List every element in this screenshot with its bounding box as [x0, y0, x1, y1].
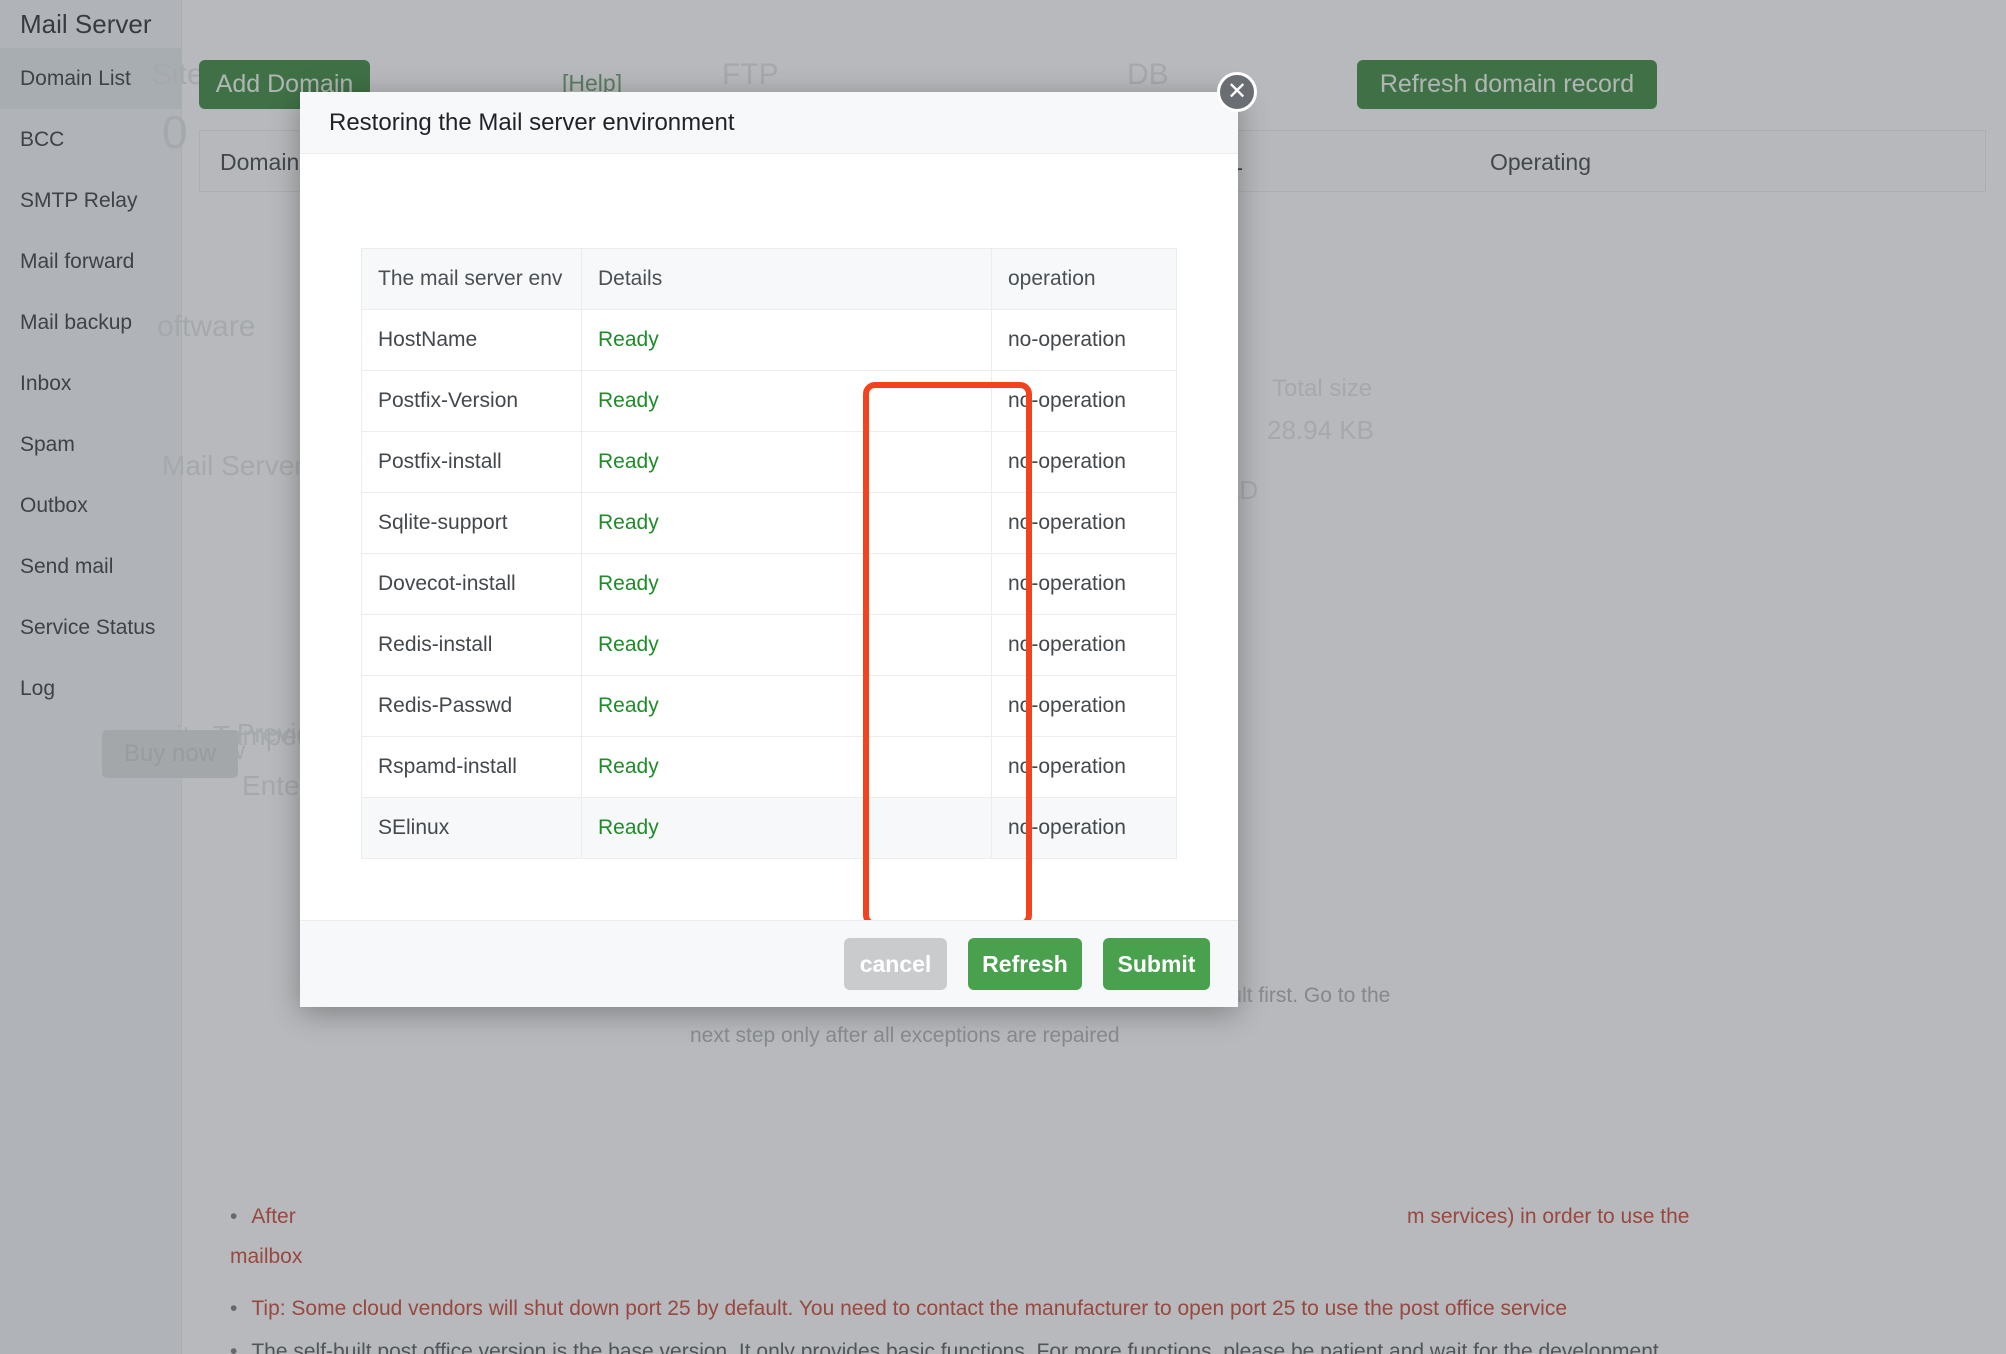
- dialog-title: Restoring the Mail server environment: [329, 108, 735, 136]
- dialog-footer: cancel Refresh Submit: [300, 920, 1238, 1007]
- table-row: Dovecot-install Ready no-operation: [361, 553, 1177, 615]
- cell-details: Ready: [581, 675, 992, 737]
- table-row: Postfix-Version Ready no-operation: [361, 370, 1177, 432]
- cell-env: HostName: [361, 309, 582, 371]
- cell-details: Ready: [581, 736, 992, 798]
- cell-details: Ready: [581, 614, 992, 676]
- table-row: Postfix-install Ready no-operation: [361, 431, 1177, 493]
- cell-details: Ready: [581, 553, 992, 615]
- submit-button[interactable]: Submit: [1103, 938, 1210, 990]
- cell-env: SElinux: [361, 797, 582, 859]
- cell-operation: no-operation: [991, 675, 1177, 737]
- restore-mail-env-dialog: Restoring the Mail server environment Th…: [300, 92, 1390, 1047]
- table-row: SElinux Ready no-operation: [361, 797, 1177, 859]
- cell-env: Rspamd-install: [361, 736, 582, 798]
- cell-operation: no-operation: [991, 370, 1177, 432]
- cell-details: Ready: [581, 370, 992, 432]
- cell-env: Sqlite-support: [361, 492, 582, 554]
- cell-operation: no-operation: [991, 797, 1177, 859]
- table-row: Sqlite-support Ready no-operation: [361, 492, 1177, 554]
- cell-operation: no-operation: [991, 309, 1177, 371]
- cell-operation: no-operation: [991, 614, 1177, 676]
- refresh-button[interactable]: Refresh: [968, 938, 1082, 990]
- column-header-operation: operation: [991, 248, 1177, 310]
- table-row: HostName Ready no-operation: [361, 309, 1177, 371]
- cell-details: Ready: [581, 431, 992, 493]
- table-head: The mail server env Details operation: [361, 248, 1177, 310]
- cell-details: Ready: [581, 309, 992, 371]
- dialog-header: Restoring the Mail server environment: [300, 92, 1238, 154]
- table-header-row: The mail server env Details operation: [361, 248, 1177, 310]
- cell-env: Postfix-Version: [361, 370, 582, 432]
- cancel-button[interactable]: cancel: [844, 938, 947, 990]
- cell-operation: no-operation: [991, 492, 1177, 554]
- cell-env: Dovecot-install: [361, 553, 582, 615]
- dialog-body: The mail server env Details operation Ho…: [300, 154, 1390, 1047]
- cell-operation: no-operation: [991, 736, 1177, 798]
- mail-env-table: The mail server env Details operation Ho…: [361, 248, 1177, 859]
- column-header-details: Details: [581, 248, 992, 310]
- table-body: HostName Ready no-operation Postfix-Vers…: [361, 309, 1177, 859]
- column-header-env: The mail server env: [361, 248, 582, 310]
- page-root: Mail Server Domain List BCC SMTP Relay M…: [0, 0, 2006, 1354]
- cell-details: Ready: [581, 797, 992, 859]
- cell-env: Redis-install: [361, 614, 582, 676]
- table-row: Redis-Passwd Ready no-operation: [361, 675, 1177, 737]
- table-row: Redis-install Ready no-operation: [361, 614, 1177, 676]
- cell-operation: no-operation: [991, 431, 1177, 493]
- table-row: Rspamd-install Ready no-operation: [361, 736, 1177, 798]
- cell-env: Postfix-install: [361, 431, 582, 493]
- cell-details: Ready: [581, 492, 992, 554]
- cell-operation: no-operation: [991, 553, 1177, 615]
- cell-env: Redis-Passwd: [361, 675, 582, 737]
- close-icon[interactable]: ✕: [1217, 72, 1257, 112]
